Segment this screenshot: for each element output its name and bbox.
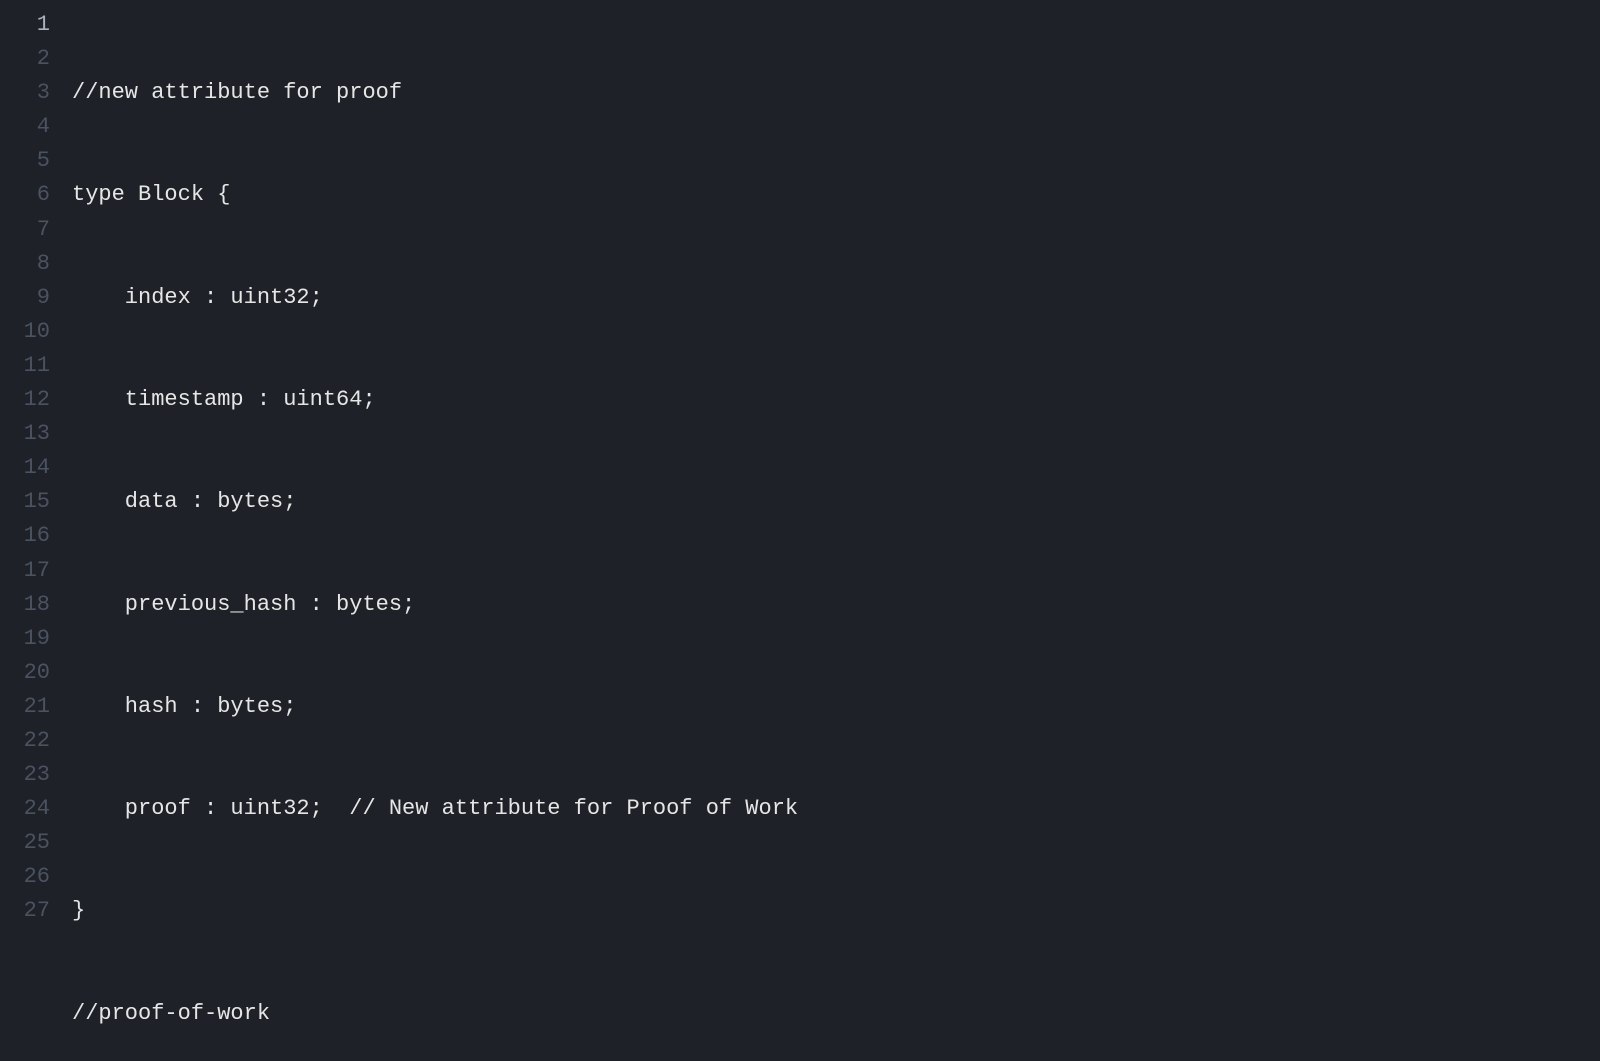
line-number: 8 — [0, 247, 50, 281]
line-number: 27 — [0, 894, 50, 928]
line-number: 18 — [0, 588, 50, 622]
code-line: index : uint32; — [72, 281, 970, 315]
line-number: 6 — [0, 178, 50, 212]
line-number: 13 — [0, 417, 50, 451]
code-line: timestamp : uint64; — [72, 383, 970, 417]
line-number: 2 — [0, 42, 50, 76]
code-line: } — [72, 894, 970, 928]
code-line: type Block { — [72, 178, 970, 212]
code-line: proof : uint32; // New attribute for Pro… — [72, 792, 970, 826]
line-number: 20 — [0, 656, 50, 690]
line-number: 25 — [0, 826, 50, 860]
code-line: hash : bytes; — [72, 690, 970, 724]
line-number: 22 — [0, 724, 50, 758]
line-number: 12 — [0, 383, 50, 417]
code-area[interactable]: //new attribute for proof type Block { i… — [50, 8, 970, 1061]
code-line: //proof-of-work — [72, 997, 970, 1031]
line-number: 10 — [0, 315, 50, 349]
line-number: 1 — [0, 8, 50, 42]
line-number: 14 — [0, 451, 50, 485]
line-number: 23 — [0, 758, 50, 792]
line-number: 15 — [0, 485, 50, 519]
line-number: 19 — [0, 622, 50, 656]
line-number: 3 — [0, 76, 50, 110]
code-line: previous_hash : bytes; — [72, 588, 970, 622]
line-number: 4 — [0, 110, 50, 144]
code-editor: 1 2 3 4 5 6 7 8 9 10 11 12 13 14 15 16 1… — [0, 0, 1600, 1061]
line-number: 16 — [0, 519, 50, 553]
code-line: //new attribute for proof — [72, 76, 970, 110]
code-line: data : bytes; — [72, 485, 970, 519]
line-number: 17 — [0, 554, 50, 588]
line-number: 5 — [0, 144, 50, 178]
line-number: 7 — [0, 213, 50, 247]
line-number-gutter: 1 2 3 4 5 6 7 8 9 10 11 12 13 14 15 16 1… — [0, 8, 50, 1061]
line-number: 9 — [0, 281, 50, 315]
line-number: 11 — [0, 349, 50, 383]
line-number: 24 — [0, 792, 50, 826]
line-number: 21 — [0, 690, 50, 724]
line-number: 26 — [0, 860, 50, 894]
